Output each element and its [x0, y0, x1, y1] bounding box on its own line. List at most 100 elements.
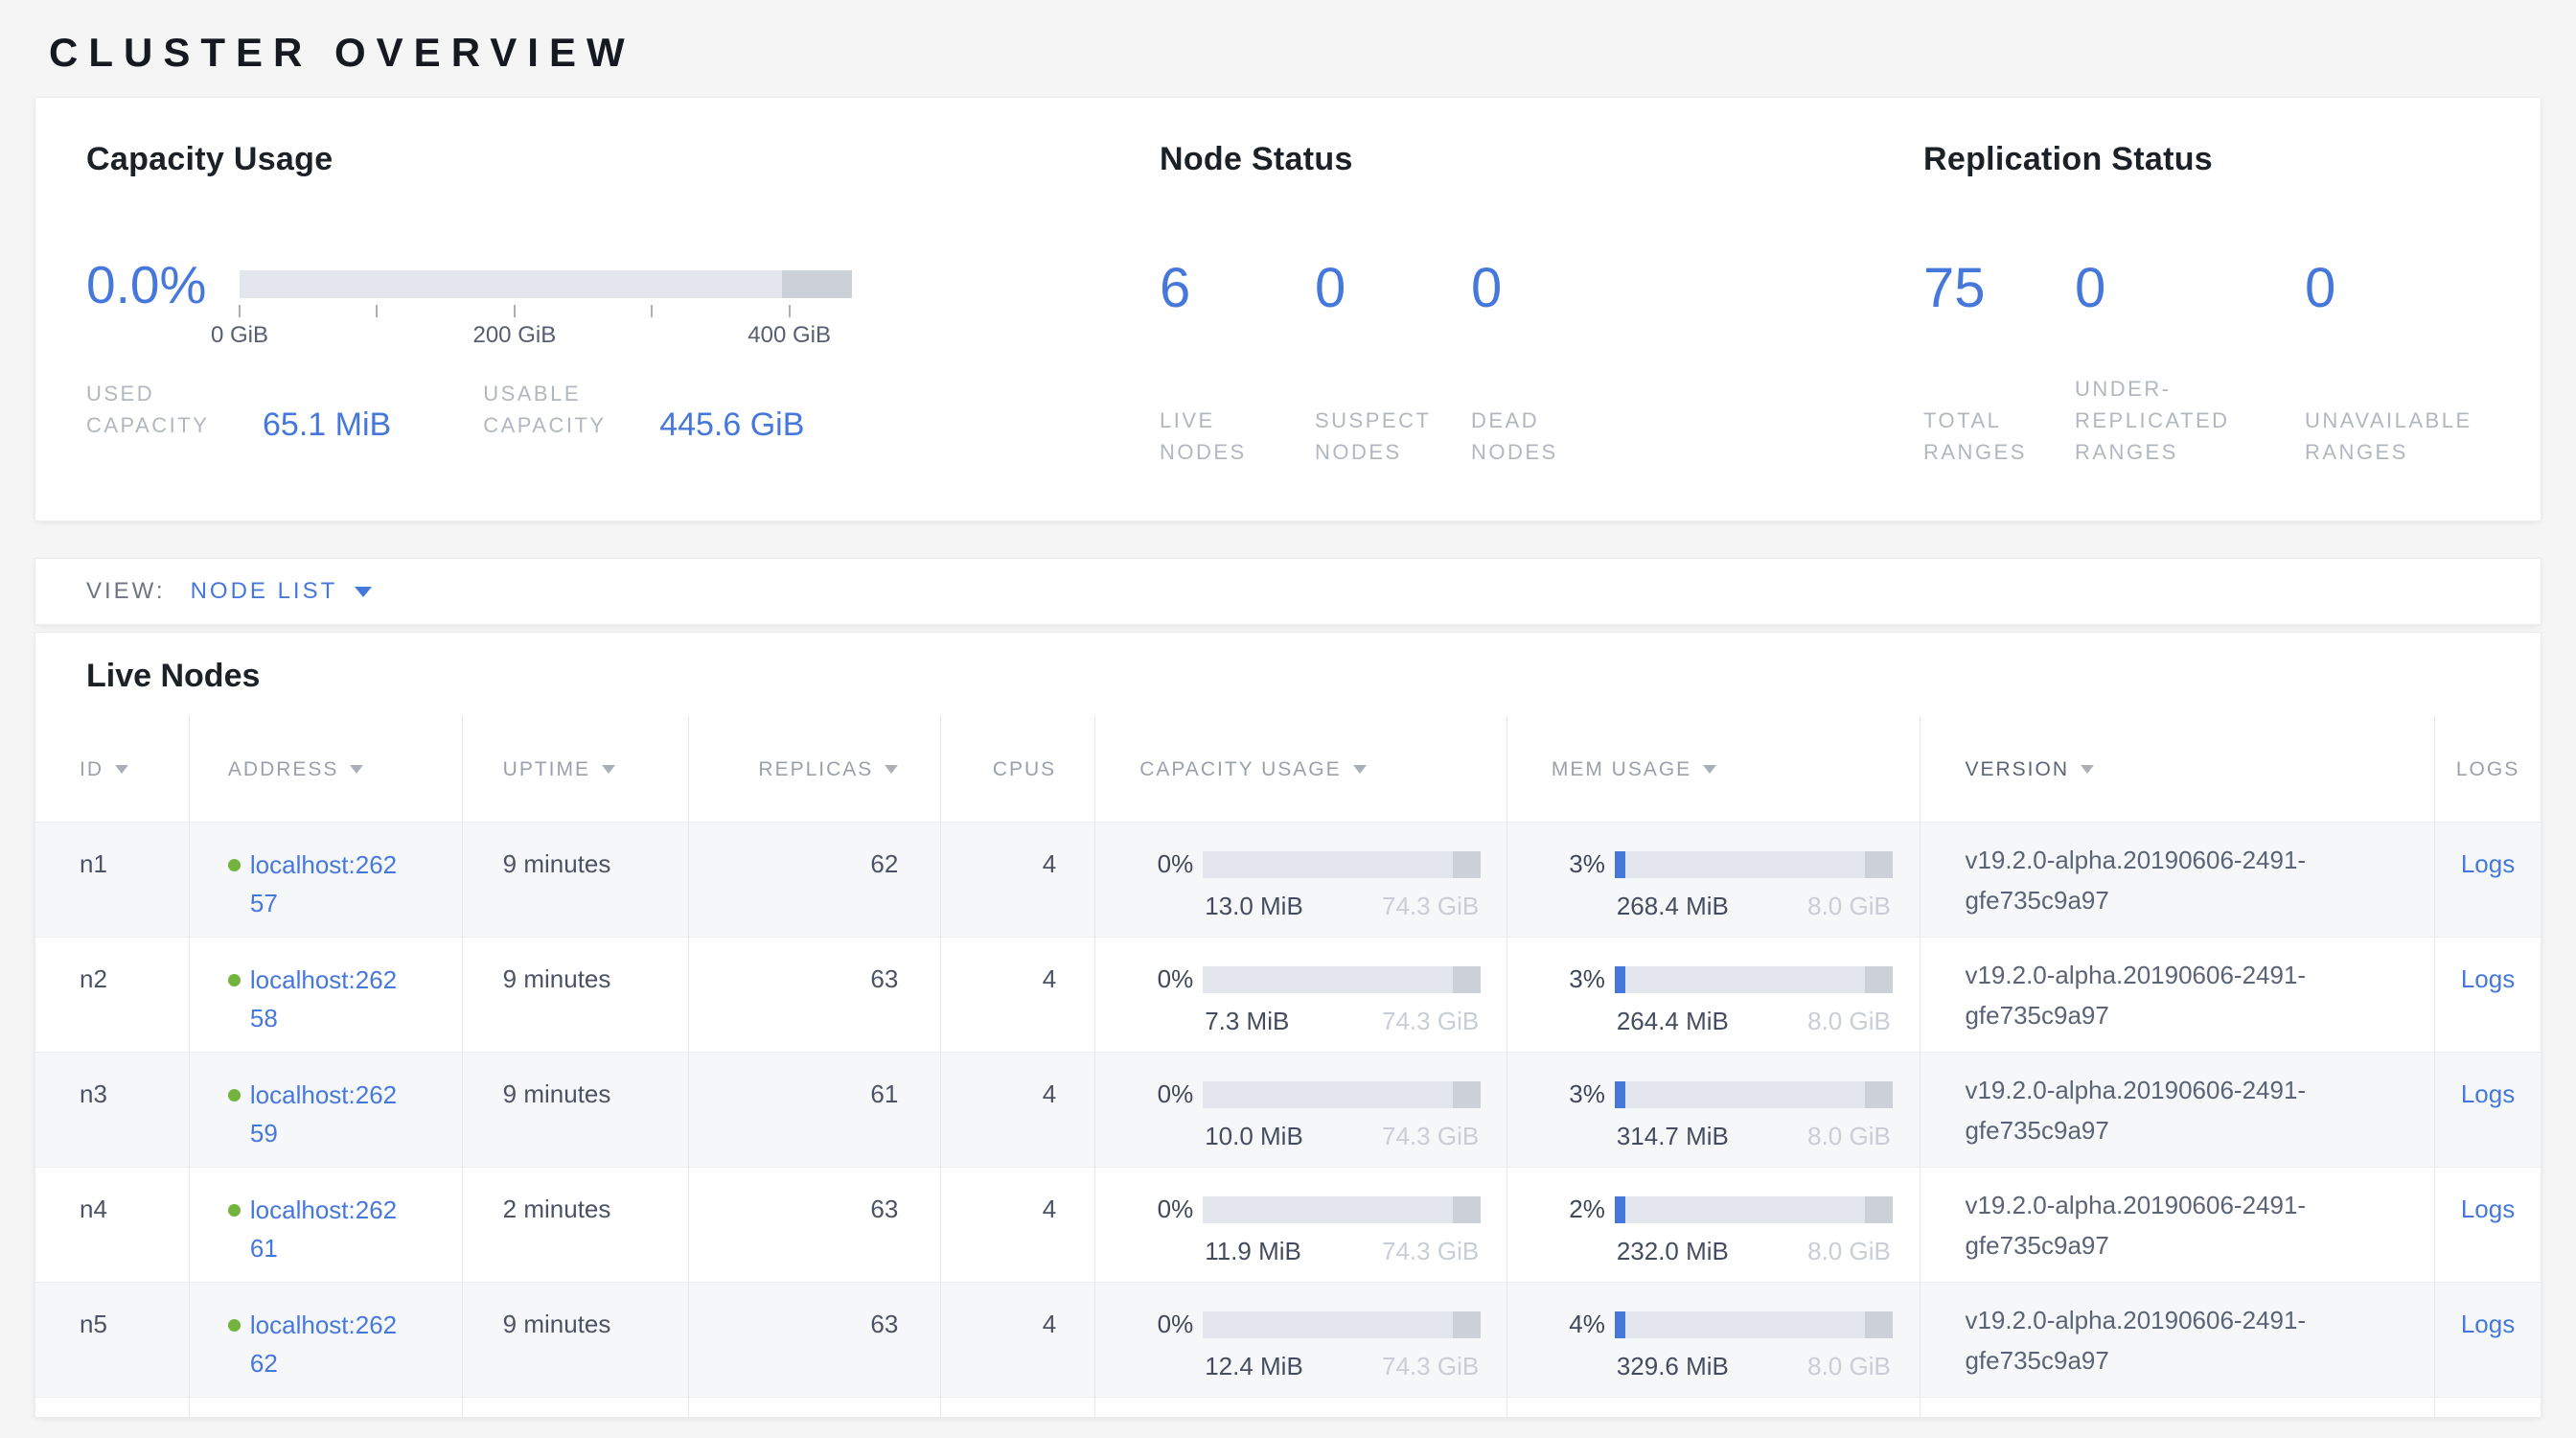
mem-usage-bar — [1615, 966, 1893, 993]
node-id-cell: n2 — [35, 938, 190, 1052]
replication-status-stats: 75 TOTAL RANGES 0 UNDER-REPLICATED RANGE… — [1923, 259, 2540, 468]
capacity-used-value: 12.4 MiB — [1205, 1352, 1303, 1381]
header-replicas[interactable]: REPLICAS — [689, 717, 942, 822]
capacity-percent-label: 0% — [1139, 1079, 1193, 1109]
node-uptime-cell: 2 minutes — [463, 1168, 689, 1282]
header-id[interactable]: ID — [35, 717, 190, 822]
live-nodes-label: LIVE NODES — [1160, 405, 1275, 468]
node-address-link[interactable]: localhost:26257 — [250, 846, 402, 922]
node-uptime-cell: 9 minutes — [463, 823, 689, 937]
header-logs: LOGS — [2435, 717, 2541, 822]
used-capacity-label: USED CAPACITY — [86, 378, 238, 441]
header-replicas-label: REPLICAS — [758, 758, 873, 781]
capacity-percent-label: 0% — [1139, 1194, 1193, 1224]
total-ranges-count: 75 — [1923, 259, 2075, 318]
node-status-section: Node Status 6 LIVE NODES 0 SUSPECT NODES… — [1160, 140, 1586, 468]
summary-card: Capacity Usage 0.0% — [34, 97, 2542, 522]
suspect-nodes-count: 0 — [1315, 259, 1471, 318]
node-id-cell: n5 — [35, 1283, 190, 1397]
node-id-cell: n1 — [35, 823, 190, 937]
logs-link[interactable]: Logs — [2461, 1079, 2515, 1167]
mem-used-value: 329.6 MiB — [1617, 1352, 1729, 1381]
header-logs-label: LOGS — [2456, 758, 2519, 781]
capacity-axis-ticks — [240, 305, 852, 318]
capacity-bar-reserved-segment — [782, 270, 852, 298]
unavailable-ranges-count: 0 — [2305, 259, 2540, 318]
table-header-row: ID ADDRESS UPTIME REPLICAS CPUS CAPACITY… — [35, 717, 2541, 823]
node-id-cell: n4 — [35, 1168, 190, 1282]
view-label: VIEW: — [86, 578, 166, 605]
sort-desc-icon — [885, 765, 898, 774]
capacity-total-value: 74.3 GiB — [1382, 1352, 1479, 1381]
mem-total-value: 8.0 GiB — [1807, 1352, 1891, 1381]
view-select-dropdown[interactable]: NODE LIST — [191, 578, 373, 605]
cluster-overview-page: CLUSTER OVERVIEW Capacity Usage 0.0% — [0, 30, 2576, 1418]
node-version-cell: v19.2.0-alpha.20190606-2491-gfe735c9a97 — [1920, 1168, 2435, 1282]
capacity-usage-bar — [1203, 966, 1481, 993]
table-row: n5 localhost:26262 9 minutes 63 4 0% 12.… — [35, 1283, 2541, 1398]
capacity-total-value: 74.3 GiB — [1382, 892, 1479, 921]
node-logs-cell: Logs — [2435, 938, 2541, 1052]
mem-usage-bar — [1615, 1311, 1893, 1338]
header-uptime[interactable]: UPTIME — [463, 717, 689, 822]
used-capacity-value: 65.1 MiB — [263, 406, 391, 444]
capacity-percent: 0.0% — [86, 259, 205, 312]
logs-link[interactable]: Logs — [2461, 1194, 2515, 1282]
node-cpus-cell: 4 — [941, 1168, 1095, 1282]
table-row: n1 localhost:26257 9 minutes 62 4 0% 13.… — [35, 823, 2541, 938]
capacity-total-value: 74.3 GiB — [1382, 1237, 1479, 1266]
capacity-usage-section: Capacity Usage 0.0% — [86, 140, 930, 441]
axis-label-0: 0 GiB — [211, 322, 268, 349]
node-uptime-cell: 9 minutes — [463, 1283, 689, 1397]
node-logs-cell: Logs — [2435, 1053, 2541, 1167]
unavailable-ranges-stat: 0 UNAVAILABLE RANGES — [2305, 259, 2540, 468]
logs-link[interactable]: Logs — [2461, 849, 2515, 937]
sort-desc-icon — [115, 765, 128, 774]
node-mem-usage-cell: 4% 329.6 MiB 8.0 GiB — [1507, 1283, 1921, 1397]
axis-label-200: 200 GiB — [472, 322, 556, 349]
node-address-link[interactable]: localhost:26258 — [250, 961, 402, 1037]
sort-desc-icon — [2081, 765, 2094, 774]
header-cpus: CPUS — [941, 717, 1095, 822]
logs-link[interactable]: Logs — [2461, 1310, 2515, 1397]
live-nodes-title: Live Nodes — [35, 633, 2541, 717]
node-address-link[interactable]: localhost:26259 — [250, 1076, 402, 1152]
capacity-used-value: 11.9 MiB — [1205, 1237, 1301, 1266]
capacity-total-value: 74.3 GiB — [1382, 1122, 1479, 1151]
capacity-usage-bar — [1203, 1311, 1481, 1338]
header-capacity-usage[interactable]: CAPACITY USAGE — [1095, 717, 1507, 822]
capacity-used-value: 13.0 MiB — [1205, 892, 1303, 921]
node-live-status-icon — [228, 1204, 241, 1217]
mem-total-value: 8.0 GiB — [1807, 1007, 1891, 1036]
node-address-link[interactable]: localhost:26261 — [250, 1191, 402, 1267]
replication-status-section: Replication Status 75 TOTAL RANGES 0 UND… — [1923, 140, 2540, 468]
capacity-usage-bar — [1203, 1081, 1481, 1108]
chevron-down-icon — [355, 587, 372, 597]
node-capacity-usage-cell: 0% 7.3 MiB 74.3 GiB — [1095, 938, 1507, 1052]
capacity-usage-title: Capacity Usage — [86, 140, 930, 178]
header-address-label: ADDRESS — [228, 758, 339, 781]
node-address-link[interactable]: localhost:26262 — [250, 1306, 402, 1382]
header-mem-usage[interactable]: MEM USAGE — [1507, 717, 1921, 822]
node-status-stats: 6 LIVE NODES 0 SUSPECT NODES 0 DEAD NODE… — [1160, 259, 1586, 468]
capacity-used-value: 7.3 MiB — [1205, 1007, 1289, 1036]
node-replicas-cell: 61 — [689, 1053, 942, 1167]
header-version[interactable]: VERSION — [1920, 717, 2435, 822]
live-nodes-count: 6 — [1160, 259, 1315, 318]
mem-percent-label: 4% — [1552, 1310, 1605, 1339]
dead-nodes-stat: 0 DEAD NODES — [1471, 259, 1586, 468]
dead-nodes-label: DEAD NODES — [1471, 405, 1586, 468]
table-row: n2 localhost:26258 9 minutes 63 4 0% 7.3… — [35, 938, 2541, 1053]
total-ranges-stat: 75 TOTAL RANGES — [1923, 259, 2075, 468]
mem-usage-bar — [1615, 1196, 1893, 1223]
node-replicas-cell: 63 — [689, 1168, 942, 1282]
node-address-cell: localhost:26262 — [190, 1283, 463, 1397]
capacity-bar-track — [240, 270, 852, 298]
capacity-usage-bar — [1203, 851, 1481, 878]
table-row: n4 localhost:26261 2 minutes 63 4 0% 11.… — [35, 1168, 2541, 1283]
header-address[interactable]: ADDRESS — [190, 717, 463, 822]
logs-link[interactable]: Logs — [2461, 964, 2515, 1052]
capacity-axis-labels: 0 GiB 200 GiB 400 GiB — [240, 322, 852, 351]
under-replicated-ranges-label: UNDER-REPLICATED RANGES — [2075, 373, 2276, 468]
node-cpus-cell: 4 — [941, 823, 1095, 937]
